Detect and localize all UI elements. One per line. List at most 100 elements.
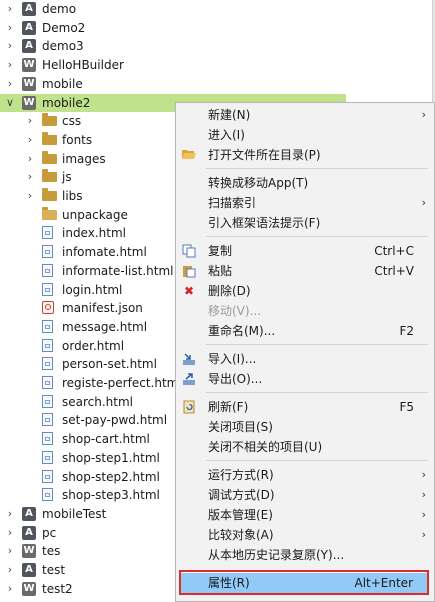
menu-shortcut: F5 <box>399 400 414 414</box>
menu-separator <box>206 344 428 345</box>
folder-icon <box>42 150 57 164</box>
html-file-icon <box>42 245 53 259</box>
menu-item-run-as[interactable]: 运行方式(R) › <box>176 465 434 485</box>
chevron-right-icon[interactable]: › <box>4 75 16 93</box>
chevron-right-icon: › <box>421 528 426 541</box>
menu-item-new[interactable]: 新建(N) › <box>176 105 434 125</box>
web-project-icon: W <box>22 95 36 110</box>
html-file-icon <box>42 263 53 277</box>
menu-separator <box>206 236 428 237</box>
menu-item-rename[interactable]: 重命名(M)... F2 <box>176 321 434 341</box>
tree-item-label: Demo2 <box>42 20 86 35</box>
chevron-right-icon[interactable]: › <box>24 112 36 130</box>
chevron-right-icon[interactable]: › <box>24 168 36 186</box>
tree-row[interactable]: › Ademo3 <box>0 37 346 55</box>
html-file-icon <box>42 282 53 296</box>
tree-item-label: pc <box>42 525 57 540</box>
app-project-icon: A <box>22 525 36 540</box>
tree-row[interactable]: › Ademo <box>0 0 346 18</box>
menu-label: 进入(I) <box>208 128 245 142</box>
chevron-right-icon[interactable]: › <box>24 187 36 205</box>
tree-row[interactable]: › Wmobile <box>0 75 346 93</box>
tree-item-label: js <box>62 170 72 185</box>
folder-icon <box>42 131 57 145</box>
menu-item-scan-index[interactable]: 扫描索引 › <box>176 193 434 213</box>
tree-item-label: informate-list.html <box>62 263 174 278</box>
menu-label: 调试方式(D) <box>208 488 275 502</box>
folder-open-icon <box>182 148 196 162</box>
chevron-right-icon[interactable]: › <box>24 150 36 168</box>
menu-item-version-control[interactable]: 版本管理(E) › <box>176 505 434 525</box>
folder-icon <box>42 188 57 201</box>
chevron-right-icon[interactable]: › <box>4 542 16 560</box>
highlight-outline <box>179 570 429 595</box>
menu-item-enter[interactable]: 进入(I) <box>176 125 434 145</box>
chevron-right-icon[interactable]: › <box>24 131 36 149</box>
menu-label: 关闭不相关的项目(U) <box>208 440 323 454</box>
menu-separator <box>206 168 428 169</box>
tree-item-label: order.html <box>62 338 125 353</box>
html-file-icon <box>42 226 53 240</box>
tree-item-label: libs <box>62 189 83 203</box>
chevron-right-icon[interactable]: › <box>4 56 16 74</box>
menu-item-restore-history[interactable]: 从本地历史记录复原(Y)... <box>176 545 434 565</box>
tree-item-label: set-pay-pwd.html <box>62 413 168 428</box>
chevron-right-icon[interactable]: › <box>4 561 16 579</box>
menu-item-close-unrelated[interactable]: 关闭不相关的项目(U) <box>176 437 434 457</box>
tree-item-label: search.html <box>62 394 134 409</box>
html-file-icon <box>42 357 53 371</box>
menu-label: 从本地历史记录复原(Y)... <box>208 548 345 562</box>
json-file-icon <box>42 301 54 315</box>
tree-row[interactable]: › W HelloHBuilder <box>0 56 346 74</box>
menu-item-open-folder[interactable]: 打开文件所在目录(P) <box>176 145 434 165</box>
chevron-down-icon[interactable]: ∨ <box>4 94 16 112</box>
chevron-right-icon: › <box>421 508 426 521</box>
menu-label: 重命名(M)... <box>208 324 276 338</box>
chevron-right-icon[interactable]: › <box>4 37 16 55</box>
menu-item-convert-app[interactable]: 转换成移动App(T) <box>176 173 434 193</box>
html-file-icon <box>42 394 53 408</box>
html-file-icon <box>42 469 53 483</box>
chevron-right-icon[interactable]: › <box>4 0 16 18</box>
paste-icon <box>182 264 196 278</box>
menu-label: 版本管理(E) <box>208 508 273 522</box>
menu-item-export[interactable]: 导出(O)... <box>176 369 434 389</box>
menu-label: 导入(I)... <box>208 352 257 366</box>
chevron-right-icon[interactable]: › <box>4 524 16 542</box>
menu-item-compare[interactable]: 比较对象(A) › <box>176 525 434 545</box>
menu-item-paste[interactable]: 粘贴 Ctrl+V <box>176 261 434 281</box>
menu-item-import[interactable]: 导入(I)... <box>176 349 434 369</box>
tree-item-label: fonts <box>62 132 93 147</box>
html-file-icon <box>42 376 53 389</box>
tree-item-label: unpackage <box>62 207 128 222</box>
folder-icon <box>42 206 57 220</box>
chevron-right-icon[interactable]: › <box>4 505 16 523</box>
menu-item-framework-hint[interactable]: 引入框架语法提示(F) <box>176 213 434 233</box>
menu-label: 复制 <box>208 244 233 258</box>
export-icon <box>182 372 196 386</box>
menu-item-debug-as[interactable]: 调试方式(D) › <box>176 485 434 505</box>
folder-icon <box>42 113 57 127</box>
folder-icon <box>42 169 57 183</box>
tree-item-label: login.html <box>62 282 123 297</box>
refresh-icon <box>182 400 196 414</box>
menu-item-move[interactable]: 移动(V)... <box>176 301 434 321</box>
menu-label: 比较对象(A) <box>208 528 274 542</box>
tree-item-label: css <box>62 114 82 129</box>
tree-item-label: tes <box>42 544 61 559</box>
chevron-right-icon[interactable]: › <box>4 19 16 37</box>
html-file-icon <box>42 450 53 464</box>
tree-item-label: mobile <box>42 76 83 91</box>
web-project-icon: W <box>22 58 36 73</box>
tree-item-label: mobile2 <box>42 95 91 110</box>
menu-item-delete[interactable]: ✖ 删除(D) <box>176 281 434 301</box>
html-file-icon <box>42 319 53 333</box>
web-project-icon: W <box>22 76 36 91</box>
menu-item-copy[interactable]: 复制 Ctrl+C <box>176 241 434 261</box>
tree-row[interactable]: › A Demo2 <box>0 19 346 37</box>
menu-label: 关闭项目(S) <box>208 420 273 434</box>
menu-item-close-project[interactable]: 关闭项目(S) <box>176 417 434 437</box>
menu-item-refresh[interactable]: 刷新(F) F5 <box>176 397 434 417</box>
chevron-right-icon[interactable]: › <box>4 580 16 598</box>
menu-label: 新建(N) <box>208 108 251 122</box>
